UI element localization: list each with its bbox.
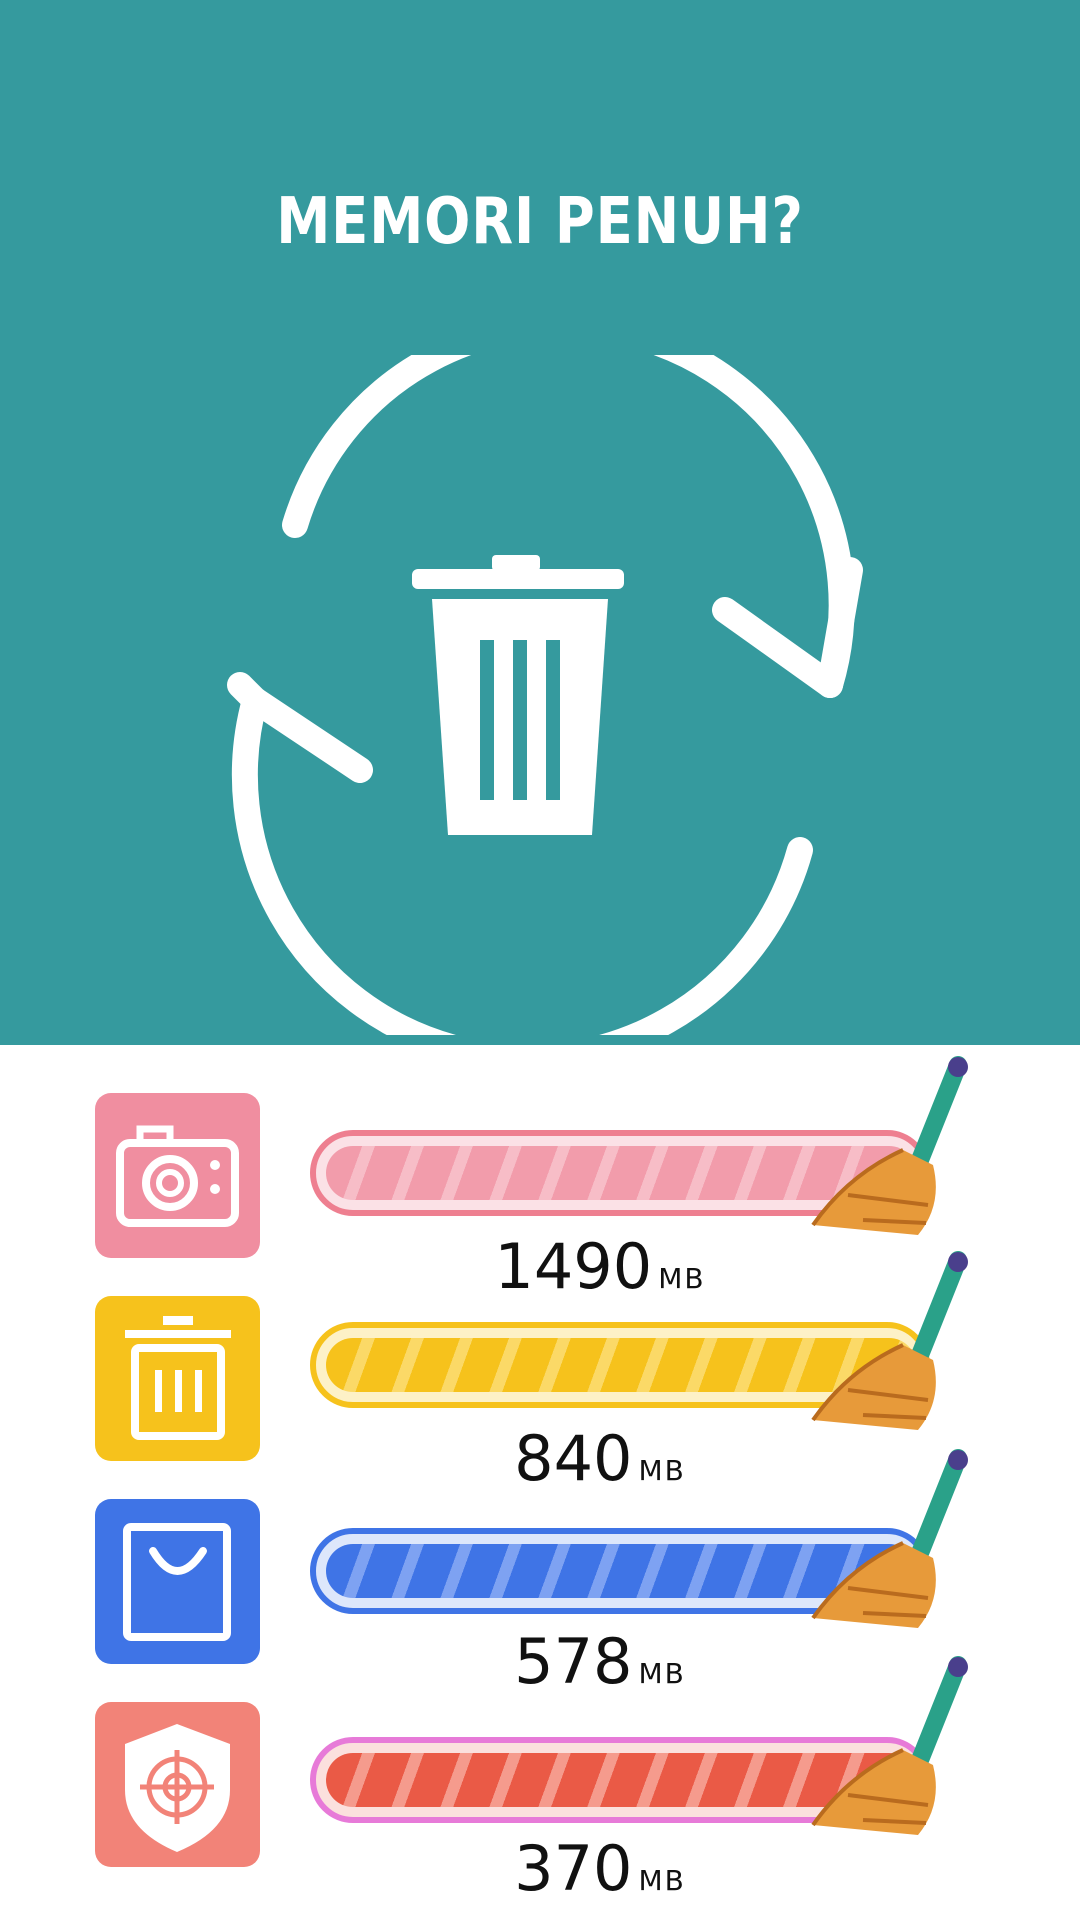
shopping-app-icon[interactable] — [95, 1499, 260, 1664]
storage-size-shopping: 578 MB — [320, 1625, 880, 1698]
camera-icon — [95, 1093, 260, 1258]
size-value: 1490 — [494, 1230, 653, 1303]
storage-size-trash: 840 MB — [320, 1422, 880, 1495]
size-value: 840 — [514, 1422, 633, 1495]
size-unit: MB — [658, 1262, 706, 1295]
shopping-bag-icon — [95, 1499, 260, 1664]
page-title: MEMORI PENUH? — [276, 185, 804, 259]
size-unit: MB — [638, 1657, 686, 1690]
trash-app-icon[interactable] — [95, 1296, 260, 1461]
size-unit: MB — [638, 1864, 686, 1897]
size-value: 578 — [514, 1625, 633, 1698]
storage-size-security: 370 MB — [320, 1832, 880, 1905]
camera-app-icon[interactable] — [95, 1093, 260, 1258]
storage-size-photos: 1490 MB — [320, 1230, 880, 1303]
trash-recycle-icon — [227, 355, 863, 1035]
size-value: 370 — [514, 1832, 633, 1905]
shield-target-icon — [95, 1702, 260, 1867]
trash-icon — [95, 1296, 260, 1461]
broom-icon — [811, 1056, 968, 1235]
size-unit: MB — [638, 1454, 686, 1487]
hero-banner: MEMORI PENUH? — [0, 0, 1080, 1045]
security-app-icon[interactable] — [95, 1702, 260, 1867]
